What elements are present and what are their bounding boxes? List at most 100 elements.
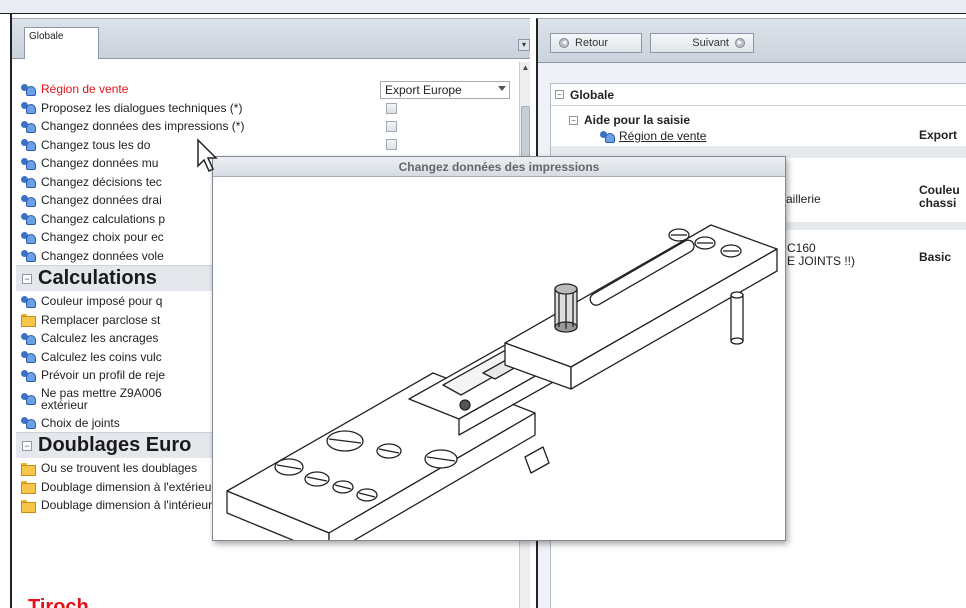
scroll-up-icon[interactable]: ▲: [520, 62, 531, 74]
user-settings-icon: [20, 332, 36, 345]
list-item[interactable]: Choix de joints: [20, 414, 120, 432]
list-item-label: Ou se trouvent les doublages: [41, 461, 198, 475]
checkbox-dialogues[interactable]: [386, 103, 397, 114]
list-item[interactable]: Changez tous les do: [20, 136, 150, 154]
user-settings-icon: [20, 212, 36, 225]
list-item-label-line2: extérieur: [41, 397, 88, 412]
back-button[interactable]: ◀ Retour: [550, 33, 642, 53]
user-settings-icon: [20, 194, 36, 207]
property-value-region[interactable]: Export: [919, 128, 957, 142]
user-settings-icon: [20, 295, 36, 308]
user-settings-icon: [599, 130, 615, 143]
user-settings-icon: [20, 83, 36, 96]
list-item[interactable]: Prévoir un profil de reje: [20, 366, 165, 384]
property-label-c160: C160 E JOINTS !!): [787, 242, 855, 268]
folder-settings-icon: [20, 462, 36, 476]
property-label: Région de vente: [619, 129, 707, 143]
list-item[interactable]: Changez données vole: [20, 247, 164, 265]
list-item-label: Doublage dimension à l'intérieur: [41, 498, 213, 512]
list-item-label: Prévoir un profil de reje: [41, 368, 166, 382]
list-item[interactable]: Doublage dimension à l'extérieur: [20, 478, 215, 496]
user-settings-icon: [20, 231, 36, 244]
list-item-label: Calculez les coins vulc: [41, 349, 162, 364]
property-label-ailerie: aillerie: [786, 192, 821, 206]
folder-settings-icon: [20, 499, 36, 513]
screen: Globale ▾ Région de vente Proposez les di…: [0, 0, 966, 608]
region-select[interactable]: Export Europe: [380, 81, 510, 99]
user-settings-icon: [20, 138, 36, 151]
collapse-panel-button[interactable]: ▾: [518, 39, 530, 51]
list-item[interactable]: Changez calculations p: [20, 210, 165, 228]
user-settings-icon: [20, 157, 36, 170]
group-header-globale[interactable]: − Globale: [551, 84, 966, 106]
collapse-icon[interactable]: −: [555, 90, 564, 99]
list-item-label: Changez décisions tec: [41, 174, 162, 189]
list-item-label: Changez calculations p: [41, 211, 166, 226]
section-title: Calculations: [38, 267, 157, 289]
back-button-label: Retour: [575, 37, 609, 49]
region-select-value: Export Europe: [385, 83, 462, 97]
list-item-label: Proposez les dialogues techniques (*): [41, 100, 243, 115]
user-settings-icon: [20, 120, 36, 133]
user-settings-icon: [20, 175, 36, 188]
user-settings-icon: [20, 392, 36, 405]
collapse-icon[interactable]: −: [569, 115, 578, 125]
technical-drawing-image: [213, 177, 785, 540]
tab-globale[interactable]: Globale: [24, 27, 99, 59]
list-item-label: Changez données drai: [41, 193, 162, 207]
list-item[interactable]: Changez données mu: [20, 154, 158, 172]
image-tooltip-popup: Changez données des impressions: [212, 156, 786, 541]
checkbox-tous[interactable]: [386, 139, 397, 150]
list-item[interactable]: Doublage dimension à l'intérieur: [20, 496, 212, 514]
section-header-tirochs[interactable]: Tiroch...: [28, 596, 105, 608]
property-row-region[interactable]: Région de vente: [599, 128, 966, 144]
list-item-label: Calculez les ancrages: [41, 331, 159, 345]
section-title: Doublages Euro: [38, 434, 192, 456]
list-item-label: Doublage dimension à l'extérieur: [41, 479, 216, 494]
list-item-label: Région de vente: [41, 82, 129, 96]
folder-settings-icon: [20, 480, 36, 494]
subgroup-header-aide[interactable]: − Aide pour la saisie: [565, 112, 966, 128]
list-item[interactable]: Ne pas mettre Z9A006 extérieur: [20, 385, 162, 413]
chevron-down-icon: [498, 86, 506, 91]
list-item[interactable]: Calculez les coins vulc: [20, 348, 162, 366]
list-item-label: Changez tous les do: [41, 137, 151, 152]
collapse-icon[interactable]: −: [22, 440, 32, 451]
list-item-label: Couleur imposé pour q: [41, 294, 163, 308]
user-settings-icon: [20, 101, 36, 114]
list-item[interactable]: Remplacer parclose st: [20, 311, 160, 329]
list-item-label: Ne pas mettre Z9A006: [41, 385, 162, 400]
back-arrow-icon: ◀: [559, 38, 569, 48]
user-settings-icon: [20, 249, 36, 262]
top-window-strip: [0, 0, 966, 14]
list-item[interactable]: Changez choix pour ec: [20, 228, 164, 246]
label-line: E JOINTS !!): [787, 254, 856, 268]
user-settings-icon: [20, 350, 36, 363]
list-item-label: Choix de joints: [41, 415, 120, 430]
list-item[interactable]: Calculez les ancrages: [20, 329, 158, 347]
navigation-bar: ◀ Retour Suivant ▶: [538, 19, 966, 63]
subgroup-title: Aide pour la saisie: [584, 113, 691, 127]
list-item[interactable]: Changez données des impressions (*): [20, 117, 244, 135]
list-item[interactable]: Ou se trouvent les doublages: [20, 459, 197, 477]
list-item[interactable]: Changez données drai: [20, 191, 162, 209]
collapse-icon[interactable]: −: [22, 273, 32, 284]
list-item-label: Changez données des impressions (*): [41, 119, 245, 133]
list-item-label: Changez données mu: [41, 156, 159, 170]
property-value-basic[interactable]: Basic: [919, 250, 951, 264]
group-title: Globale: [570, 87, 615, 102]
property-value-couleur[interactable]: Couleu chassi: [919, 184, 960, 210]
user-settings-icon: [20, 369, 36, 382]
checkbox-impressions[interactable]: [386, 121, 397, 132]
list-item[interactable]: Proposez les dialogues techniques (*): [20, 99, 242, 117]
user-settings-icon: [20, 416, 36, 429]
list-item[interactable]: Couleur imposé pour q: [20, 292, 162, 310]
next-arrow-icon: ▶: [735, 38, 745, 48]
popup-title: Changez données des impressions: [213, 157, 785, 177]
left-tab-bar: Globale ▾: [12, 19, 530, 59]
list-item-label: Changez choix pour ec: [41, 230, 164, 244]
list-item[interactable]: Changez décisions tec: [20, 173, 162, 191]
list-item[interactable]: Région de vente: [20, 80, 128, 98]
next-button[interactable]: Suivant ▶: [650, 33, 754, 53]
list-item-label: Remplacer parclose st: [41, 312, 161, 327]
